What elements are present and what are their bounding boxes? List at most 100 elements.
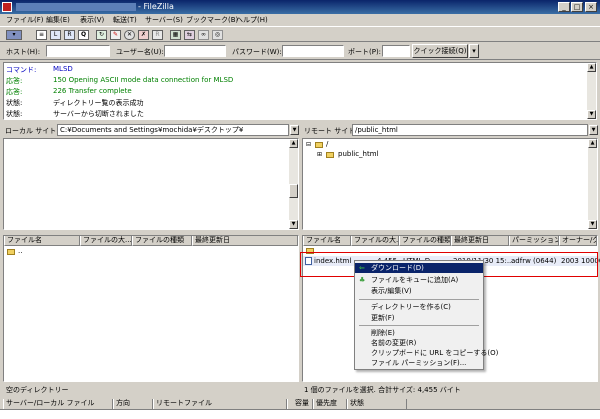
local-site-bar: ローカル サイト: C:¥Documents and Settings¥moch… (3, 124, 299, 137)
parent-dir-item[interactable]: .. (18, 247, 22, 255)
password-input[interactable] (282, 45, 344, 57)
col-filename[interactable]: ファイル名 (4, 236, 80, 246)
remote-tree-toggle-icon[interactable]: R (64, 30, 75, 40)
local-tree-toggle-icon[interactable]: L (50, 30, 61, 40)
remote-path-dropdown[interactable]: ▼ (589, 125, 598, 135)
menu-file-permissions[interactable]: ファイル パーミッション(F)... (355, 358, 483, 368)
host-input[interactable] (46, 45, 110, 57)
col-modified[interactable]: 最終更新日 (451, 236, 509, 246)
queue-col-size[interactable]: 容量 (287, 399, 313, 409)
menu-edit[interactable]: 編集(E) (46, 15, 70, 25)
local-site-label: ローカル サイト: (5, 127, 59, 135)
menu-bookmarks[interactable]: ブックマーク(B) (186, 15, 238, 25)
tree-root[interactable]: / (326, 140, 328, 148)
site-manager-icon[interactable]: ▾ (6, 30, 22, 40)
remote-directory-tree[interactable]: ⊟ / ⊞ public_html ▲ ▼ (302, 138, 598, 230)
menu-create-directory[interactable]: ディレクトリーを作る(C) (355, 302, 483, 312)
quickconnect-button[interactable]: クイック接続(Q) (412, 44, 468, 58)
queue-header: サーバー/ローカル ファイル 方向 リモートファイル 容量 優先度 状態 (0, 399, 600, 409)
disconnect-icon[interactable]: ✗ (138, 30, 149, 40)
refresh-icon[interactable]: ↻ (96, 30, 107, 40)
remote-status: 1 個のファイルを選択. 合計サイズ: 4,455 バイト (304, 386, 461, 394)
menu-help[interactable]: ヘルプ(H) (236, 15, 268, 25)
scroll-down-icon[interactable]: ▼ (587, 110, 596, 119)
scroll-up-icon[interactable]: ▲ (588, 139, 597, 148)
local-directory-tree[interactable]: ▲ ▼ (3, 138, 299, 230)
col-filename[interactable]: ファイル名 (303, 236, 351, 246)
context-menu: ⇐ ダウンロード(D) ♣ ファイルをキューに追加(A) 表示/編集(V) ディ… (354, 260, 498, 370)
col-filesize[interactable]: ファイルの大... (351, 236, 399, 246)
menu-separator (359, 299, 479, 300)
find-icon[interactable]: ◎ (212, 30, 223, 40)
local-file-list[interactable]: ファイル名 ファイルの大... ファイルの種類 最終更新日 .. (3, 235, 299, 382)
menu-separator (359, 325, 479, 326)
col-modified[interactable]: 最終更新日 (192, 236, 298, 246)
local-path-dropdown[interactable]: ▼ (290, 125, 299, 135)
port-input[interactable] (382, 45, 410, 57)
process-queue-icon[interactable]: ✎ (110, 30, 121, 40)
title-prefix-blurred (16, 3, 136, 11)
menu-server[interactable]: サーバー(S) (145, 15, 183, 25)
message-log: コマンド: MLSD 応答: 150 Opening ASCII mode da… (3, 62, 597, 120)
queue-col-remote[interactable]: リモートファイル (153, 399, 287, 409)
window-title: - FileZilla (138, 2, 174, 11)
log-scrollbar[interactable]: ▲ ▼ (587, 63, 596, 119)
queue-list[interactable] (0, 409, 600, 419)
queue-col-status[interactable]: 状態 (347, 399, 407, 409)
maximize-button[interactable]: □ (571, 2, 583, 12)
menu-file[interactable]: ファイル(F) (6, 15, 44, 25)
col-filesize[interactable]: ファイルの大... (80, 236, 132, 246)
reconnect-icon[interactable]: R (152, 30, 163, 40)
username-input[interactable] (164, 45, 226, 57)
scroll-up-icon[interactable]: ▲ (587, 63, 596, 72)
folder-icon (315, 142, 323, 148)
minimize-button[interactable]: _ (558, 2, 570, 12)
filezilla-app-icon[interactable] (2, 2, 12, 12)
local-column-header: ファイル名 ファイルの大... ファイルの種類 最終更新日 (4, 236, 298, 246)
close-button[interactable]: × (585, 2, 597, 12)
tree-public-html[interactable]: public_html (338, 150, 379, 158)
queue-col-direction[interactable]: 方向 (113, 399, 153, 409)
local-status: 空のディレクトリー (6, 386, 69, 394)
queue-col-priority[interactable]: 優先度 (313, 399, 347, 409)
password-label: パスワード(W): (232, 48, 282, 56)
col-owner[interactable]: オーナー/グル (559, 236, 597, 246)
remote-path-input[interactable]: /public_html (352, 124, 588, 136)
menu-view-edit[interactable]: 表示/編集(V) (355, 286, 483, 296)
col-filetype[interactable]: ファイルの種類 (399, 236, 451, 246)
remote-tree-scrollbar[interactable]: ▲ ▼ (588, 139, 597, 229)
folder-icon (326, 152, 334, 158)
queue-add-icon: ♣ (359, 276, 366, 284)
directory-compare-icon[interactable]: ▦ (170, 30, 181, 40)
scroll-down-icon[interactable]: ▼ (289, 220, 298, 229)
scroll-up-icon[interactable]: ▲ (289, 139, 298, 148)
scroll-down-icon[interactable]: ▼ (588, 220, 597, 229)
scroll-thumb[interactable] (289, 184, 298, 198)
menu-add-to-queue[interactable]: ♣ ファイルをキューに追加(A) (355, 275, 483, 285)
download-arrow-icon: ⇐ (359, 264, 365, 272)
local-tree-scrollbar[interactable]: ▲ ▼ (289, 139, 298, 229)
queue-col-server-local[interactable]: サーバー/ローカル ファイル (3, 399, 113, 409)
menu-copy-url[interactable]: クリップボードに URL をコピーする(O) (355, 348, 498, 358)
quickconnect-dropdown-button[interactable]: ▾ (469, 44, 479, 58)
host-label: ホスト(H): (6, 48, 41, 56)
toolbar: ▾ ≡ L R Q ↻ ✎ ✕ ✗ R ▦ ⇆ ∞ ◎ (0, 26, 600, 42)
cancel-icon[interactable]: ✕ (124, 30, 135, 40)
remote-site-bar: リモート サイト: /public_html ▼ (302, 124, 598, 137)
message-log-toggle-icon[interactable]: ≡ (36, 30, 47, 40)
menu-download[interactable]: ⇐ ダウンロード(D) (355, 263, 483, 273)
collapse-icon[interactable]: ⊟ (306, 141, 311, 148)
menu-transfer[interactable]: 転送(T) (113, 15, 137, 25)
search-files-icon[interactable]: ∞ (198, 30, 209, 40)
menu-refresh[interactable]: 更新(F) (355, 313, 483, 323)
col-filetype[interactable]: ファイルの種類 (132, 236, 192, 246)
menu-delete[interactable]: 削除(E) (355, 328, 483, 338)
sync-browse-icon[interactable]: ⇆ (184, 30, 195, 40)
local-path-input[interactable]: C:¥Documents and Settings¥mochida¥デスクトップ… (57, 124, 289, 136)
col-permissions[interactable]: パーミッション (509, 236, 559, 246)
port-label: ポート(P): (348, 48, 382, 56)
expand-icon[interactable]: ⊞ (317, 151, 322, 158)
menu-rename[interactable]: 名前の変更(R) (355, 338, 483, 348)
queue-toggle-icon[interactable]: Q (78, 30, 89, 40)
menu-view[interactable]: 表示(V) (80, 15, 104, 25)
